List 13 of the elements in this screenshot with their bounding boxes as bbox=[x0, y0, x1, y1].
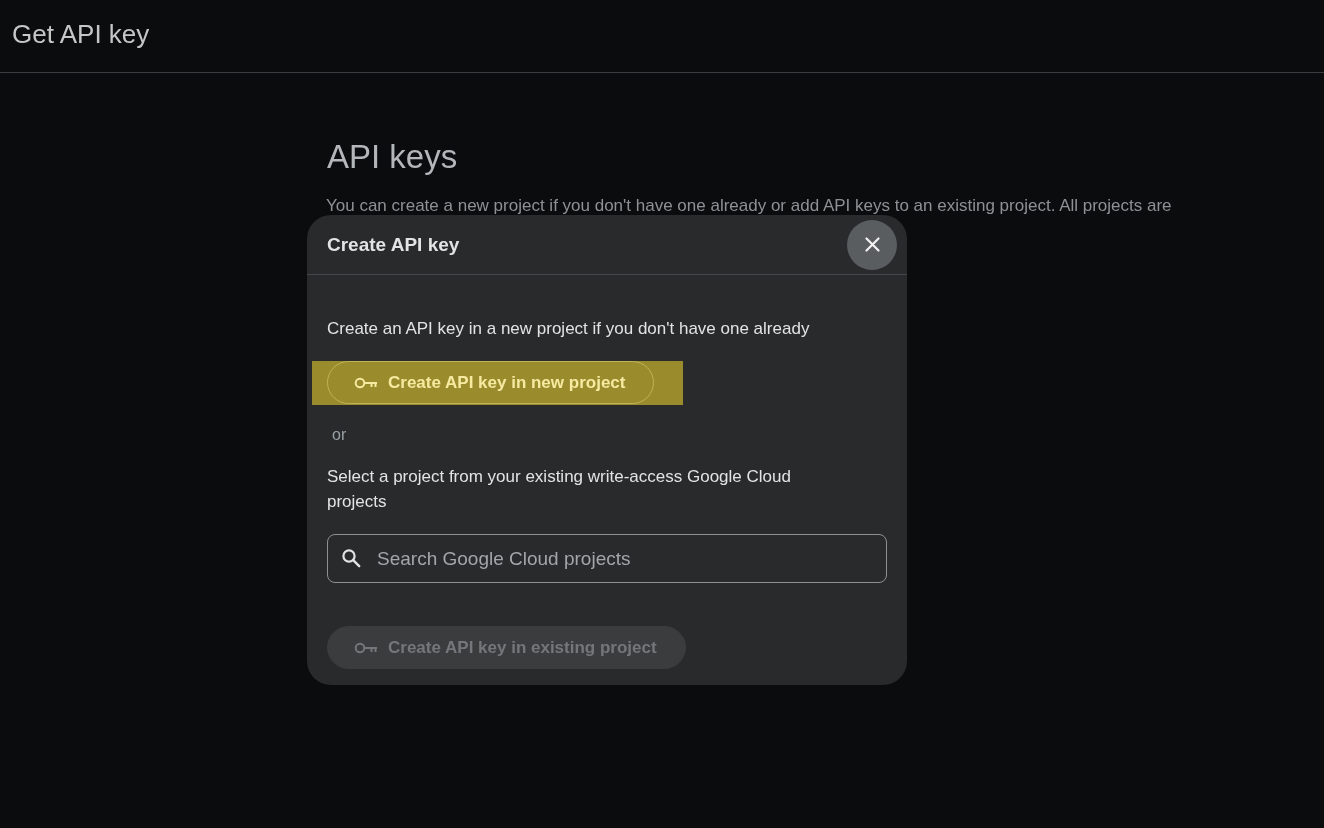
instruction-text: Select a project from your existing write-access Google Cloud projects bbox=[327, 466, 792, 513]
close-icon bbox=[864, 237, 880, 252]
separator-text: or bbox=[332, 425, 347, 445]
dialog-title: Create API key bbox=[327, 233, 460, 256]
search-field[interactable]: Search Google Cloud projects bbox=[327, 534, 887, 583]
section-heading: API keys bbox=[327, 137, 458, 177]
key-icon bbox=[354, 376, 378, 389]
description-text: You can create a new project if you don't have one already or add API keys to an existing project. All projects are bbox=[326, 197, 1172, 214]
instruction-text: Create an API key in a new project if you don't have one already bbox=[327, 318, 810, 340]
close-button[interactable] bbox=[847, 219, 897, 270]
search-icon bbox=[341, 548, 361, 568]
key-icon bbox=[354, 641, 378, 654]
page-title: Get API key bbox=[12, 18, 150, 51]
